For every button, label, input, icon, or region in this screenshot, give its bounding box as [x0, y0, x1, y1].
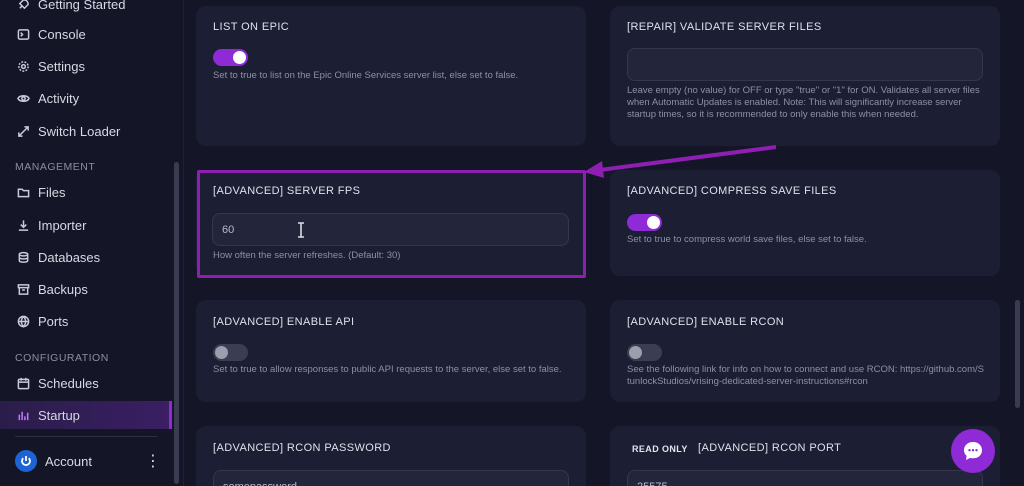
- enable-rcon-toggle[interactable]: [627, 344, 662, 361]
- toggle-knob: [629, 346, 642, 359]
- main-scrollbar[interactable]: [1015, 300, 1020, 408]
- card-description: Set to true to list on the Epic Online S…: [213, 70, 519, 81]
- toggle-knob: [647, 216, 660, 229]
- sidebar: Getting Started Console Settings Activit…: [0, 0, 184, 486]
- card-rcon-password: [ADVANCED] RCON PASSWORD somepassword: [196, 426, 586, 486]
- sidebar-item-switch-loader[interactable]: Switch Loader: [0, 117, 172, 145]
- sidebar-item-label: Backups: [38, 281, 88, 297]
- sidebar-item-label: Console: [38, 26, 86, 42]
- list-on-epic-toggle[interactable]: [213, 49, 248, 66]
- card-title: [ADVANCED] RCON PASSWORD: [213, 442, 391, 454]
- sidebar-item-backups[interactable]: Backups: [0, 275, 172, 303]
- terminal-icon: [16, 27, 30, 41]
- read-only-badge: READ ONLY: [632, 444, 688, 454]
- power-icon: [21, 456, 31, 466]
- card-enable-rcon: [ADVANCED] ENABLE RCON See the following…: [610, 300, 1000, 402]
- sidebar-item-label: Importer: [38, 217, 87, 233]
- sidebar-item-schedules[interactable]: Schedules: [0, 369, 172, 397]
- card-validate-server-files: [REPAIR] VALIDATE SERVER FILES Leave emp…: [610, 6, 1000, 146]
- sidebar-item-label: Schedules: [38, 375, 99, 391]
- sidebar-item-label: Activity: [38, 90, 80, 106]
- sidebar-item-databases[interactable]: Databases: [0, 243, 172, 271]
- sidebar-divider: [15, 436, 157, 437]
- card-compress-save-files: [ADVANCED] COMPRESS SAVE FILES Set to tr…: [610, 170, 1000, 276]
- chart-icon: [16, 408, 30, 422]
- calendar-icon: [16, 376, 30, 390]
- sidebar-item-label: Databases: [38, 249, 101, 265]
- more-menu-icon[interactable]: ⋮: [145, 451, 161, 471]
- card-list-on-epic: LIST ON EPIC Set to true to list on the …: [196, 6, 586, 146]
- card-title: [ADVANCED] COMPRESS SAVE FILES: [627, 185, 837, 197]
- card-title: LIST ON EPIC: [213, 21, 290, 33]
- sidebar-item-getting-started[interactable]: Getting Started: [0, 0, 172, 18]
- card-description: Set to true to compress world save files…: [627, 234, 867, 245]
- chat-icon: [964, 442, 982, 460]
- account-label: Account: [45, 453, 92, 469]
- highlight-box: [197, 170, 586, 278]
- sidebar-item-activity[interactable]: Activity: [0, 84, 172, 112]
- card-title: [REPAIR] VALIDATE SERVER FILES: [627, 21, 822, 33]
- card-enable-api: [ADVANCED] ENABLE API Set to true to all…: [196, 300, 586, 402]
- section-label-management: MANAGEMENT: [15, 161, 96, 173]
- enable-api-toggle[interactable]: [213, 344, 248, 361]
- download-icon: [16, 218, 30, 232]
- card-description: See the following link for info on how t…: [627, 364, 984, 387]
- sidebar-item-label: Switch Loader: [38, 123, 121, 139]
- sidebar-item-label: Settings: [38, 58, 85, 74]
- sidebar-item-console[interactable]: Console: [0, 20, 172, 48]
- archive-icon: [16, 282, 30, 296]
- eye-icon: [16, 91, 30, 105]
- validate-server-files-input[interactable]: [627, 48, 983, 81]
- toggle-knob: [233, 51, 246, 64]
- sidebar-item-startup[interactable]: Startup: [0, 401, 172, 429]
- section-label-configuration: CONFIGURATION: [15, 352, 109, 364]
- globe-icon: [16, 314, 30, 328]
- toggle-knob: [215, 346, 228, 359]
- sidebar-item-label: Files: [38, 184, 66, 200]
- gear-icon: [16, 59, 30, 73]
- card-title: [ADVANCED] RCON PORT: [698, 442, 842, 454]
- card-description: Leave empty (no value) for OFF or type "…: [627, 85, 980, 120]
- rcon-password-input[interactable]: somepassword: [213, 470, 569, 486]
- sidebar-item-importer[interactable]: Importer: [0, 211, 172, 239]
- sidebar-item-files[interactable]: Files: [0, 178, 172, 206]
- database-icon: [16, 250, 30, 264]
- switch-arrows-icon: [16, 124, 30, 138]
- sidebar-item-label: Ports: [38, 313, 69, 329]
- sidebar-item-label: Getting Started: [38, 0, 126, 12]
- sidebar-item-settings[interactable]: Settings: [0, 52, 172, 80]
- sidebar-item-label: Startup: [38, 407, 80, 423]
- card-title: [ADVANCED] ENABLE API: [213, 316, 355, 328]
- card-description: Set to true to allow responses to public…: [213, 364, 562, 375]
- sidebar-item-ports[interactable]: Ports: [0, 307, 172, 335]
- sidebar-scrollbar[interactable]: [174, 162, 179, 484]
- avatar: [15, 450, 37, 472]
- rcon-port-input: 25575: [627, 470, 983, 486]
- compress-save-files-toggle[interactable]: [627, 214, 662, 231]
- rocket-icon: [16, 0, 30, 11]
- folder-icon: [16, 185, 30, 199]
- chat-button[interactable]: [951, 429, 995, 473]
- card-title: [ADVANCED] ENABLE RCON: [627, 316, 785, 328]
- text-cursor-icon: [298, 222, 304, 238]
- card-rcon-port: READ ONLY [ADVANCED] RCON PORT 25575: [610, 426, 1000, 486]
- account-row[interactable]: Account ⋮: [15, 450, 161, 472]
